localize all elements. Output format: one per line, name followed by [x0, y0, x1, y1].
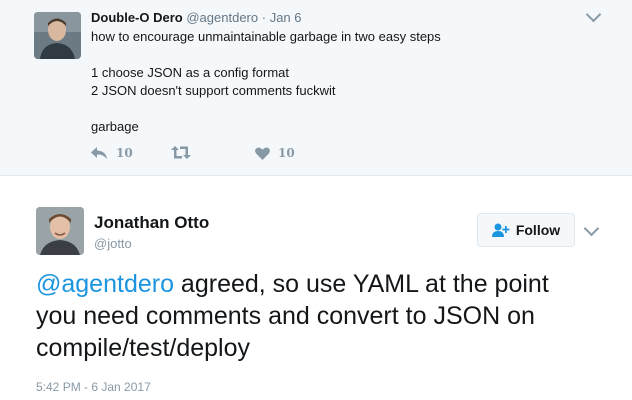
- parent-tweet-date[interactable]: Jan 6: [270, 10, 302, 25]
- follow-label: Follow: [515, 222, 561, 238]
- like-button[interactable]: 10: [255, 146, 295, 160]
- header-separator: ·: [261, 10, 267, 25]
- tweet-timestamp[interactable]: 5:42 PM - 6 Jan 2017: [36, 380, 151, 394]
- main-author-avatar[interactable]: [36, 207, 84, 255]
- like-count: 10: [278, 146, 295, 160]
- parent-author-avatar[interactable]: [34, 12, 81, 59]
- retweet-icon: [171, 146, 191, 159]
- main-tweet-text: @agentdero agreed, so use YAML at the po…: [36, 268, 596, 364]
- tweet-line: 2 JSON doesn't support comments fuckwit: [91, 83, 336, 98]
- main-author-name[interactable]: Jonathan Otto: [94, 213, 209, 233]
- tweet-line: [91, 46, 441, 64]
- main-author-handle[interactable]: @jotto: [94, 236, 132, 251]
- follow-button[interactable]: Follow: [477, 213, 575, 247]
- reply-count: 10: [116, 146, 133, 160]
- chevron-down-icon[interactable]: [583, 220, 600, 237]
- add-user-icon: [491, 223, 510, 237]
- retweet-button[interactable]: [171, 146, 199, 159]
- avatar-photo-icon: [36, 207, 84, 255]
- tweet-line: garbage: [91, 119, 139, 134]
- tweet-line: [91, 100, 441, 118]
- heart-icon: [255, 146, 270, 160]
- avatar-photo-icon: [34, 12, 81, 59]
- chevron-down-icon[interactable]: [585, 6, 602, 23]
- parent-tweet[interactable]: Double-O Dero @agentdero · Jan 6 how to …: [0, 0, 632, 176]
- reply-icon: [91, 146, 107, 159]
- tweet-line: 1 choose JSON as a config format: [91, 65, 289, 80]
- tweet-line: how to encourage unmaintainable garbage …: [91, 29, 441, 44]
- parent-tweet-header: Double-O Dero @agentdero · Jan 6: [91, 10, 302, 25]
- parent-author-name[interactable]: Double-O Dero: [91, 10, 183, 25]
- mention-link[interactable]: @agentdero: [36, 270, 174, 298]
- parent-tweet-text: how to encourage unmaintainable garbage …: [91, 28, 441, 136]
- reply-button[interactable]: 10: [91, 146, 133, 160]
- parent-author-handle[interactable]: @agentdero: [186, 10, 258, 25]
